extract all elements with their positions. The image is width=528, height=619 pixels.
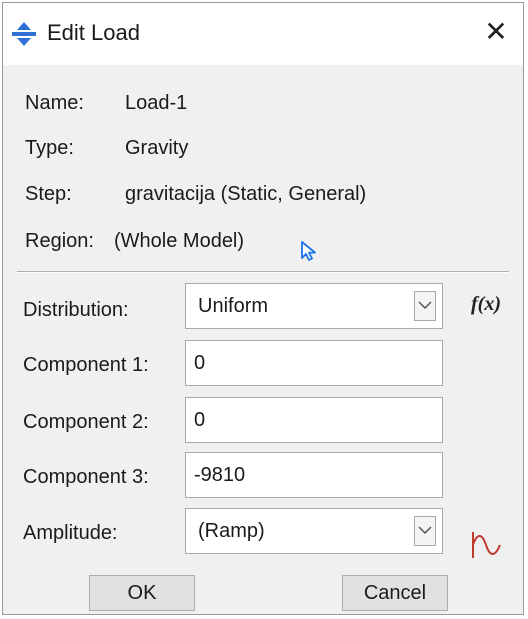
type-value: Gravity <box>125 137 189 159</box>
edit-load-dialog: Edit Load ✕ Name: Load-1 Type: Gravity S… <box>2 2 524 615</box>
component1-input[interactable] <box>185 340 443 386</box>
component3-input[interactable] <box>185 452 443 498</box>
cancel-button[interactable]: Cancel <box>342 575 448 611</box>
button-bar: OK Cancel <box>3 565 523 614</box>
name-value: Load-1 <box>125 92 188 114</box>
load-icon <box>12 22 36 46</box>
amplitude-wave-icon[interactable] <box>467 530 503 560</box>
step-label: Step: <box>25 183 72 205</box>
chevron-down-icon <box>418 301 432 310</box>
component3-label: Component 3: <box>23 466 149 488</box>
distribution-value: Uniform <box>198 295 269 317</box>
distribution-dropdown-button[interactable] <box>414 291 436 321</box>
component2-input[interactable] <box>185 397 443 443</box>
chevron-down-icon <box>418 526 432 535</box>
title-bar[interactable]: Edit Load ✕ <box>3 3 523 65</box>
type-label: Type: <box>25 137 74 159</box>
amplitude-select[interactable]: (Ramp) <box>185 508 443 554</box>
region-label: Region: <box>25 230 94 252</box>
close-button[interactable]: ✕ <box>479 15 513 49</box>
ok-button[interactable]: OK <box>89 575 195 611</box>
component2-label: Component 2: <box>23 411 149 433</box>
name-label: Name: <box>25 92 84 114</box>
region-value: (Whole Model) <box>114 230 245 252</box>
component1-label: Component 1: <box>23 354 149 376</box>
window-title: Edit Load <box>47 20 140 45</box>
distribution-select[interactable]: Uniform <box>185 283 443 329</box>
amplitude-value: (Ramp) <box>198 520 265 542</box>
step-value: gravitacija (Static, General) <box>125 183 367 205</box>
amplitude-label: Amplitude: <box>23 522 118 544</box>
amplitude-dropdown-button[interactable] <box>414 516 436 546</box>
separator <box>17 271 509 273</box>
fx-icon[interactable]: f(x) <box>471 293 501 316</box>
cursor-arrow-icon[interactable] <box>297 239 321 263</box>
distribution-label: Distribution: <box>23 299 129 321</box>
